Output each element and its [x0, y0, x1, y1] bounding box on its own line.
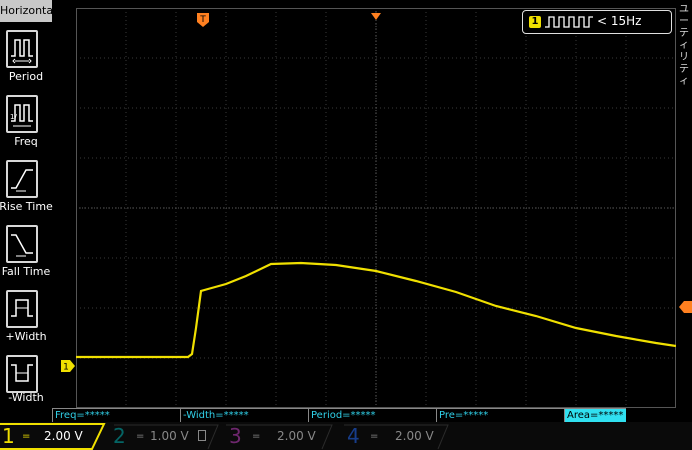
measurement-results-bar: Freq=***** -Width=***** Period=***** Pre…	[52, 408, 692, 422]
trigger-level-marker[interactable]	[679, 298, 692, 313]
measurement-sidebar: Horizontal Period 1/ Freq Rise Time Fall…	[0, 0, 53, 408]
channel-3-coupling: =	[252, 431, 261, 442]
measurement-pre[interactable]: Pre=*****	[436, 408, 564, 422]
sidebar-item-fall-time[interactable]: Fall Time	[0, 221, 52, 285]
channel-4-tab[interactable]: 4 = 2.00 V	[344, 422, 452, 450]
frequency-counter: 1 < 15Hz	[522, 10, 672, 34]
channel1-marker-label: 1	[63, 363, 69, 373]
trigger-marker-label: T	[199, 15, 206, 25]
sidebar-item-rise-time[interactable]: Rise Time	[0, 156, 53, 220]
channel-1-scale: 2.00 V	[44, 429, 83, 443]
sidebar-item-label: +Width	[5, 330, 47, 343]
utility-side-tab-label: ユーティリティ	[679, 4, 689, 87]
channel-4-scale: 2.00 V	[395, 429, 434, 443]
sidebar-item-label: -Width	[8, 391, 44, 404]
frequency-channel-badge: 1	[529, 16, 541, 28]
channel-2-scale: 1.00 V	[150, 429, 189, 443]
positive-width-icon	[6, 290, 38, 328]
channel-1-number: 1	[2, 424, 15, 448]
graticule	[76, 8, 676, 408]
measurement-freq[interactable]: Freq=*****	[52, 408, 180, 422]
measurement-period[interactable]: Period=*****	[308, 408, 436, 422]
negative-width-icon	[6, 355, 38, 393]
measurement-negative-width[interactable]: -Width=*****	[180, 408, 308, 422]
channel1-offset-marker[interactable]: 1	[61, 357, 75, 373]
frequency-value: < 15Hz	[597, 14, 642, 28]
trigger-position-marker[interactable]: T	[197, 12, 209, 27]
channel-3-tab[interactable]: 3 = 2.00 V	[226, 422, 334, 450]
period-icon	[6, 30, 38, 68]
horizontal-center-marker	[371, 6, 381, 20]
sidebar-item-period[interactable]: Period	[0, 26, 52, 90]
channel-2-number: 2	[113, 424, 126, 448]
sidebar-item-label: Freq	[14, 135, 38, 148]
freq-icon: 1/	[6, 95, 38, 133]
measurement-area[interactable]: Area=*****	[564, 408, 626, 422]
channel-status-bar: 1 = 2.00 V 2 = 1.00 V 3 = 2.00 V 4 = 2.0…	[0, 422, 692, 450]
sidebar-item-label: Period	[8, 70, 44, 83]
square-wave-icon	[545, 16, 593, 28]
channel-1-coupling: =	[22, 431, 31, 442]
waveform-display[interactable]	[76, 8, 676, 408]
channel-3-number: 3	[229, 424, 242, 448]
sidebar-title: Horizontal	[0, 0, 52, 22]
channel-2-tab[interactable]: 2 = 1.00 V	[110, 422, 218, 450]
bandwidth-limit-icon	[198, 430, 206, 441]
channel-1-tab[interactable]: 1 = 2.00 V	[0, 422, 104, 450]
rise-time-icon	[6, 160, 38, 198]
channel-3-scale: 2.00 V	[277, 429, 316, 443]
svg-text:1/: 1/	[10, 113, 17, 121]
sidebar-item-negative-width[interactable]: -Width	[0, 351, 52, 415]
utility-side-tab[interactable]: ユーティリティ	[678, 0, 692, 100]
channel-4-coupling: =	[370, 431, 379, 442]
sidebar-item-freq[interactable]: 1/ Freq	[0, 91, 52, 155]
channel-2-coupling: =	[136, 431, 145, 442]
channel-4-number: 4	[347, 424, 360, 448]
sidebar-item-label: Rise Time	[0, 200, 53, 213]
sidebar-item-label: Fall Time	[1, 265, 51, 278]
sidebar-item-positive-width[interactable]: +Width	[0, 286, 52, 350]
channel1-trace	[76, 261, 676, 359]
fall-time-icon	[6, 225, 38, 263]
